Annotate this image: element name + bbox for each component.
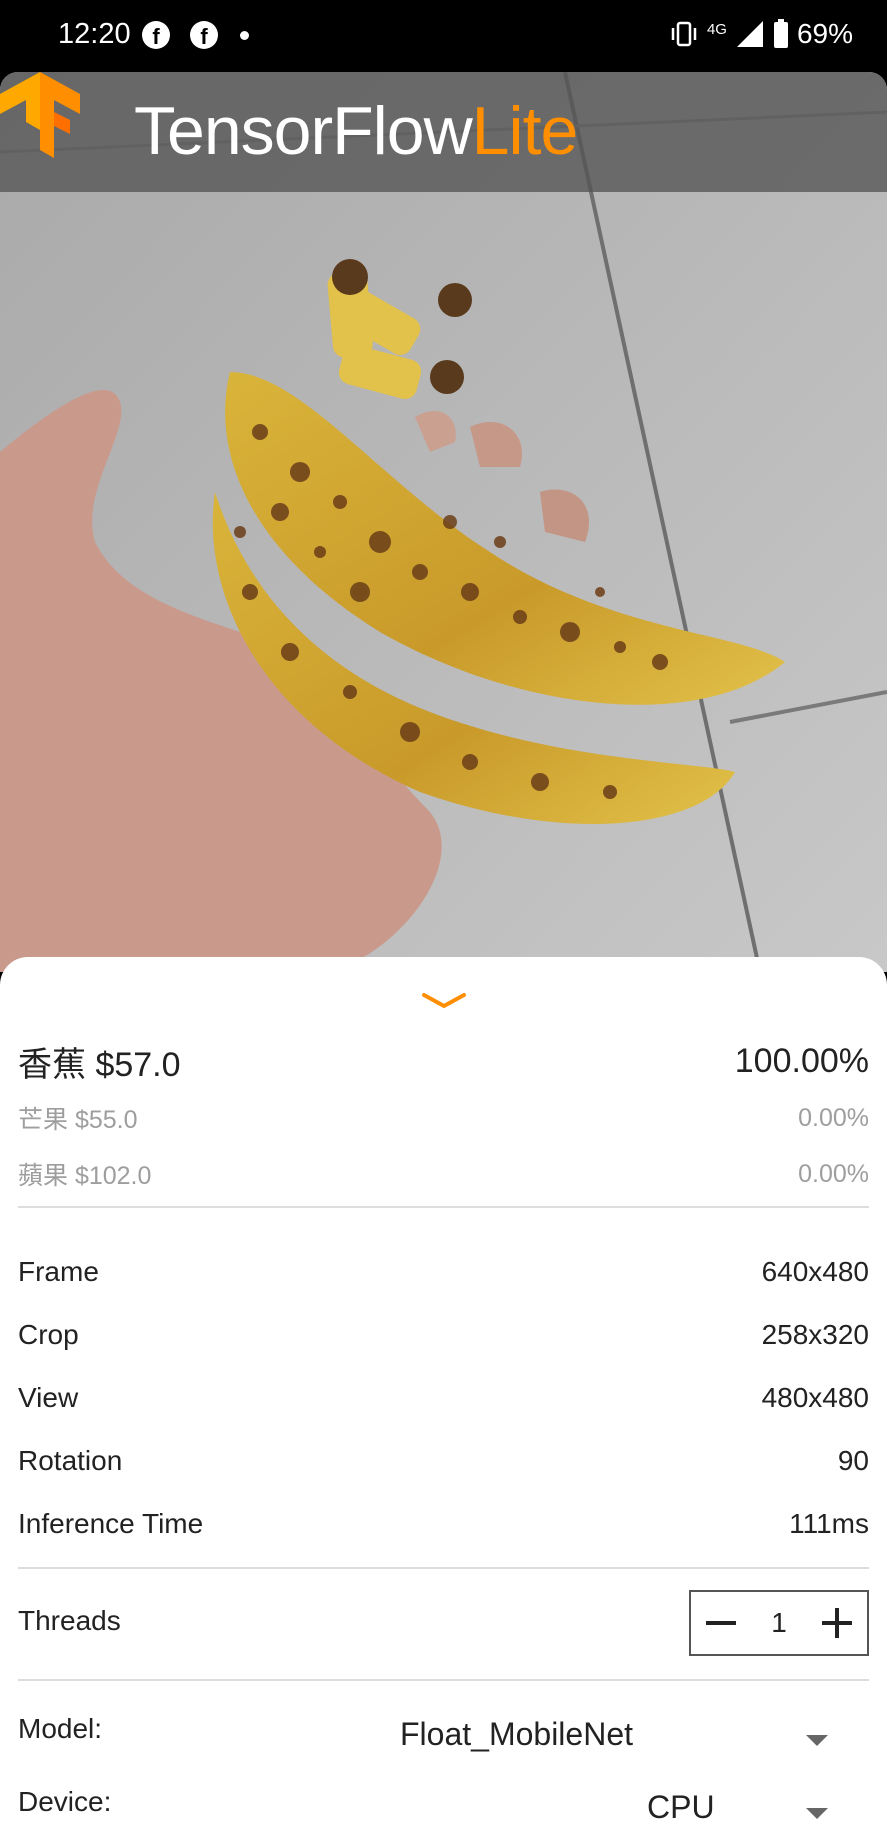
stat-label: Crop [18,1319,79,1350]
device-value: CPU [647,1789,715,1825]
status-time: 12:20 [58,18,131,50]
status-bar: 12:20 f f 4G 69% [0,0,887,72]
stat-value: 90 [837,1445,869,1476]
stat-value: 111ms [789,1508,869,1539]
camera-frame-image [0,72,887,972]
battery-percent: 69% [796,18,853,49]
model-label: Model: [18,1713,103,1744]
result-score: 0.00% [798,1159,869,1188]
stat-row-rotation: Rotation 90 [18,1445,869,1477]
vibrate-icon [671,21,697,47]
stat-value: 258x320 [761,1319,869,1350]
stat-label: Rotation [18,1445,123,1476]
result-score: 100.00% [734,1042,869,1080]
stat-row-crop: Crop 258x320 [18,1319,869,1351]
tensorflow-logo [0,72,80,158]
battery-icon [773,19,788,48]
stat-label: Inference Time [18,1508,204,1539]
model-spinner[interactable]: Float_MobileNet [380,1702,850,1762]
stat-row-inference-time: Inference Time 111ms [18,1508,869,1540]
facebook-notification-icon: f [190,21,218,49]
result-score: 0.00% [798,1103,869,1132]
threads-minus-button[interactable] [703,1605,739,1641]
divider [18,1679,869,1681]
result-row: 芒果 $55.0 0.00% [18,1100,869,1136]
divider [18,1567,869,1569]
dropdown-arrow-icon [806,1735,828,1746]
chevron-down-icon[interactable] [421,991,467,1011]
threads-stepper: 1 [689,1590,869,1656]
result-label: 芒果 $55.0 [18,1106,138,1134]
result-label: 蘋果 $102.0 [18,1162,152,1190]
result-row: 蘋果 $102.0 0.00% [18,1156,869,1192]
app-toolbar: TensorFlowLite [0,72,887,192]
bottom-sheet[interactable]: 香蕉 $57.0 100.00% 芒果 $55.0 0.00% 蘋果 $102.… [0,957,887,1845]
camera-preview: TensorFlowLite [0,72,887,972]
dropdown-arrow-icon [806,1808,828,1819]
stat-row-view: View 480x480 [18,1382,869,1414]
brand-main: TensorFlow [134,93,473,169]
device-label: Device: [18,1786,112,1817]
stat-value: 480x480 [761,1382,869,1413]
stat-row-frame: Frame 640x480 [18,1256,869,1288]
brand-accent: Lite [471,93,579,169]
threads-value: 1 [771,1607,787,1638]
signal-icon [736,21,763,47]
app-title: TensorFlowLite [134,92,579,170]
device-spinner[interactable]: CPU [380,1775,850,1835]
more-notifications-icon [240,31,249,40]
stat-value: 640x480 [761,1256,869,1287]
divider [18,1206,869,1208]
threads-plus-button[interactable] [819,1605,855,1641]
facebook-notification-icon: f [142,21,170,49]
result-label: 香蕉 $57.0 [18,1046,181,1084]
model-value: Float_MobileNet [400,1716,633,1752]
stat-label: Frame [18,1256,99,1287]
threads-label: Threads [18,1605,121,1636]
stat-label: View [18,1382,79,1413]
result-row: 香蕉 $57.0 100.00% [18,1037,869,1086]
status-right: 4G 69% [669,18,853,50]
network-type: 4G [706,20,727,38]
